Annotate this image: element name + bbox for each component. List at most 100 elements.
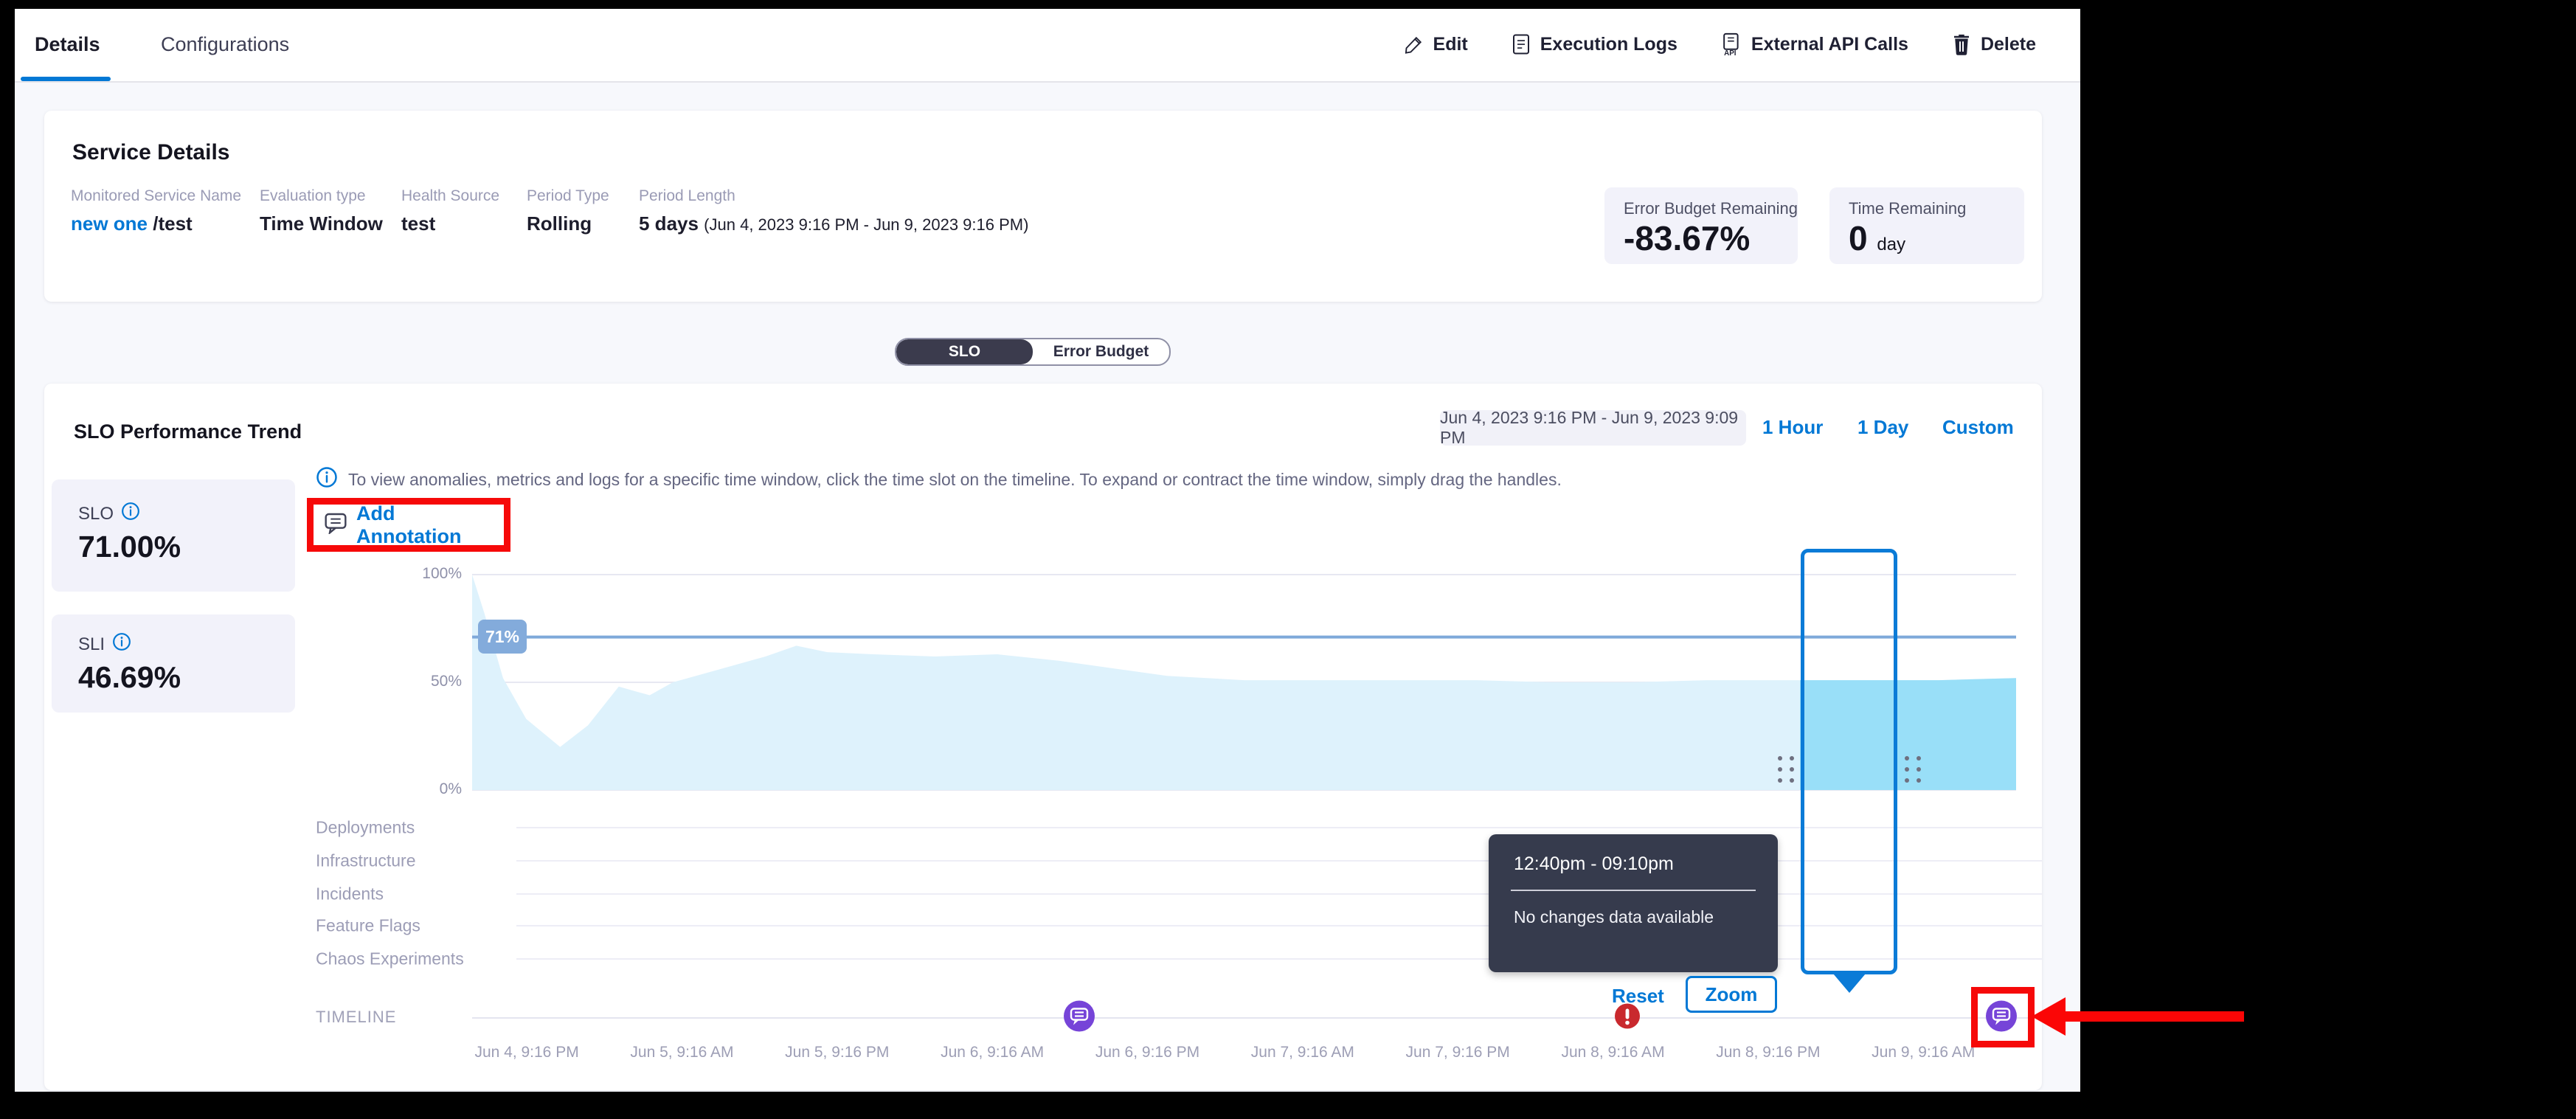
x-axis-tick: Jun 6, 9:16 PM — [1095, 1044, 1199, 1061]
field-label: Monitored Service Name — [71, 187, 241, 205]
tab-details-label: Details — [35, 33, 100, 56]
service-detail-field: Evaluation type Time Window — [260, 187, 383, 235]
execution-logs-label: Execution Logs — [1540, 34, 1677, 55]
slo-kpi-box: SLO 71.00% — [52, 479, 295, 592]
slo-errorbudget-toggle: SLO Error Budget — [895, 338, 1171, 366]
date-range-text: Jun 4, 2023 9:16 PM - Jun 9, 2023 9:09 P… — [1440, 408, 1746, 448]
monitored-service-link[interactable]: new one — [71, 212, 148, 235]
error-budget-remaining-value: -83.67% — [1624, 221, 1798, 255]
service-detail-field: Monitored Service Name new one /test — [71, 187, 241, 235]
delete-label: Delete — [1981, 34, 2036, 55]
service-detail-field: Period Length 5 days (Jun 4, 2023 9:16 PM… — [639, 187, 1028, 235]
delete-button[interactable]: Delete — [1951, 33, 2036, 55]
x-axis-tick: Jun 5, 9:16 AM — [630, 1044, 733, 1061]
date-range-pill[interactable]: Jun 4, 2023 9:16 PM - Jun 9, 2023 9:09 P… — [1440, 410, 1746, 446]
selection-drag-handle-right[interactable] — [1905, 756, 1921, 791]
field-value: Rolling — [527, 212, 609, 235]
annotation-highlight-box — [1971, 987, 2035, 1047]
sli-kpi-label: SLI — [78, 634, 105, 655]
tooltip-time-range: 12:40pm - 09:10pm — [1514, 853, 1753, 875]
range-1-day[interactable]: 1 Day — [1857, 416, 1908, 439]
tab-details[interactable]: Details — [35, 9, 100, 80]
external-api-calls-label: External API Calls — [1751, 34, 1908, 55]
range-1-hour[interactable]: 1 Hour — [1762, 416, 1823, 439]
field-label: Period Length — [639, 187, 1028, 205]
info-text: To view anomalies, metrics and logs for … — [348, 470, 1562, 490]
range-custom[interactable]: Custom — [1942, 416, 2014, 439]
page-header: Details Configurations Edit Execution Lo… — [15, 9, 2080, 83]
time-remaining-unit: day — [1877, 235, 1905, 254]
tooltip-message: No changes data available — [1514, 907, 1753, 927]
sli-kpi-value: 46.69% — [78, 661, 295, 694]
svg-text:API: API — [1724, 49, 1737, 56]
x-axis-tick: Jun 7, 9:16 PM — [1406, 1044, 1510, 1061]
x-axis-tick: Jun 7, 9:16 AM — [1251, 1044, 1354, 1061]
tab-configurations[interactable]: Configurations — [161, 9, 289, 80]
x-axis-tick: Jun 6, 9:16 AM — [941, 1044, 1044, 1061]
info-icon — [316, 466, 338, 493]
document-icon — [1511, 33, 1531, 55]
active-tab-indicator — [21, 77, 111, 81]
sli-kpi-box: SLI 46.69% — [52, 614, 295, 713]
app-window: Details Configurations Edit Execution Lo… — [15, 9, 2080, 1092]
y-axis-tick: 0% — [403, 780, 462, 798]
callout-arrow-shaft — [2064, 1011, 2244, 1022]
zoom-button[interactable]: Zoom — [1686, 976, 1777, 1013]
pencil-icon — [1404, 34, 1424, 55]
slo-trend-card: SLO Performance Trend Jun 4, 2023 9:16 P… — [44, 384, 2042, 1090]
api-document-icon: API — [1720, 32, 1742, 56]
field-value: test — [401, 212, 499, 235]
callout-arrow-head — [2032, 997, 2066, 1036]
edit-button[interactable]: Edit — [1404, 34, 1468, 55]
info-row: To view anomalies, metrics and logs for … — [316, 466, 1562, 493]
trend-title: SLO Performance Trend — [74, 420, 302, 443]
edit-label: Edit — [1433, 34, 1468, 55]
external-api-calls-button[interactable]: API External API Calls — [1720, 32, 1908, 56]
toggle-slo[interactable]: SLO — [896, 339, 1033, 364]
field-value: 5 days (Jun 4, 2023 9:16 PM - Jun 9, 202… — [639, 212, 1028, 235]
toggle-error-budget[interactable]: Error Budget — [1033, 339, 1169, 364]
error-budget-remaining-box: Error Budget Remaining -83.67% — [1604, 187, 1798, 264]
service-details-title: Service Details — [72, 140, 229, 165]
event-row-label-chaos-experiments: Chaos Experiments — [316, 949, 464, 969]
event-row-label-infrastructure: Infrastructure — [316, 851, 416, 871]
error-budget-remaining-label: Error Budget Remaining — [1624, 199, 1798, 218]
slo-info-icon[interactable] — [121, 502, 140, 526]
add-annotation-highlight-box: Add Annotation — [307, 498, 510, 552]
x-axis-tick: Jun 4, 9:16 PM — [474, 1044, 578, 1061]
trash-icon — [1951, 33, 1972, 55]
service-detail-field: Period Type Rolling — [527, 187, 609, 235]
annotation-marker-icon[interactable] — [1063, 1000, 1095, 1036]
slo-kpi-label: SLO — [78, 504, 114, 524]
period-length-detail: (Jun 4, 2023 9:16 PM - Jun 9, 2023 9:16 … — [704, 215, 1028, 234]
y-axis-tick: 100% — [403, 565, 462, 583]
target-value-badge: 71% — [478, 620, 527, 654]
service-detail-field: Health Sourcetest — [401, 187, 499, 235]
time-remaining-box: Time Remaining 0 day — [1829, 187, 2024, 264]
screenshot-stage: Details Configurations Edit Execution Lo… — [0, 0, 2576, 1119]
toggle-slo-label: SLO — [949, 343, 980, 361]
x-axis-tick: Jun 5, 9:16 PM — [785, 1044, 889, 1061]
execution-logs-button[interactable]: Execution Logs — [1511, 33, 1677, 55]
reset-button[interactable]: Reset — [1612, 985, 1664, 1008]
field-label: Evaluation type — [260, 187, 383, 205]
add-annotation-button[interactable]: Add Annotation — [356, 502, 504, 548]
x-axis-tick: Jun 8, 9:16 PM — [1716, 1044, 1820, 1061]
selection-drag-handle-left[interactable] — [1778, 756, 1794, 791]
service-details-card: Service Details Monitored Service Name ne… — [44, 111, 2042, 302]
time-window-selection[interactable] — [1801, 549, 1897, 974]
slo-kpi-value: 71.00% — [78, 530, 295, 564]
field-label: Period Type — [527, 187, 609, 205]
y-axis-tick: 50% — [403, 673, 462, 690]
x-axis-tick: Jun 8, 9:16 AM — [1561, 1044, 1664, 1061]
field-value: Time Window — [260, 212, 383, 235]
zoom-button-label: Zoom — [1706, 983, 1758, 1006]
time-remaining-label: Time Remaining — [1849, 199, 2024, 218]
selection-pointer — [1833, 974, 1866, 993]
sli-info-icon[interactable] — [112, 632, 131, 656]
tooltip-divider — [1511, 890, 1756, 891]
event-row-label-deployments: Deployments — [316, 818, 415, 838]
field-value: new one /test — [71, 212, 241, 235]
annotation-bubble-icon — [324, 512, 347, 538]
timeline-label: TIMELINE — [316, 1008, 396, 1027]
